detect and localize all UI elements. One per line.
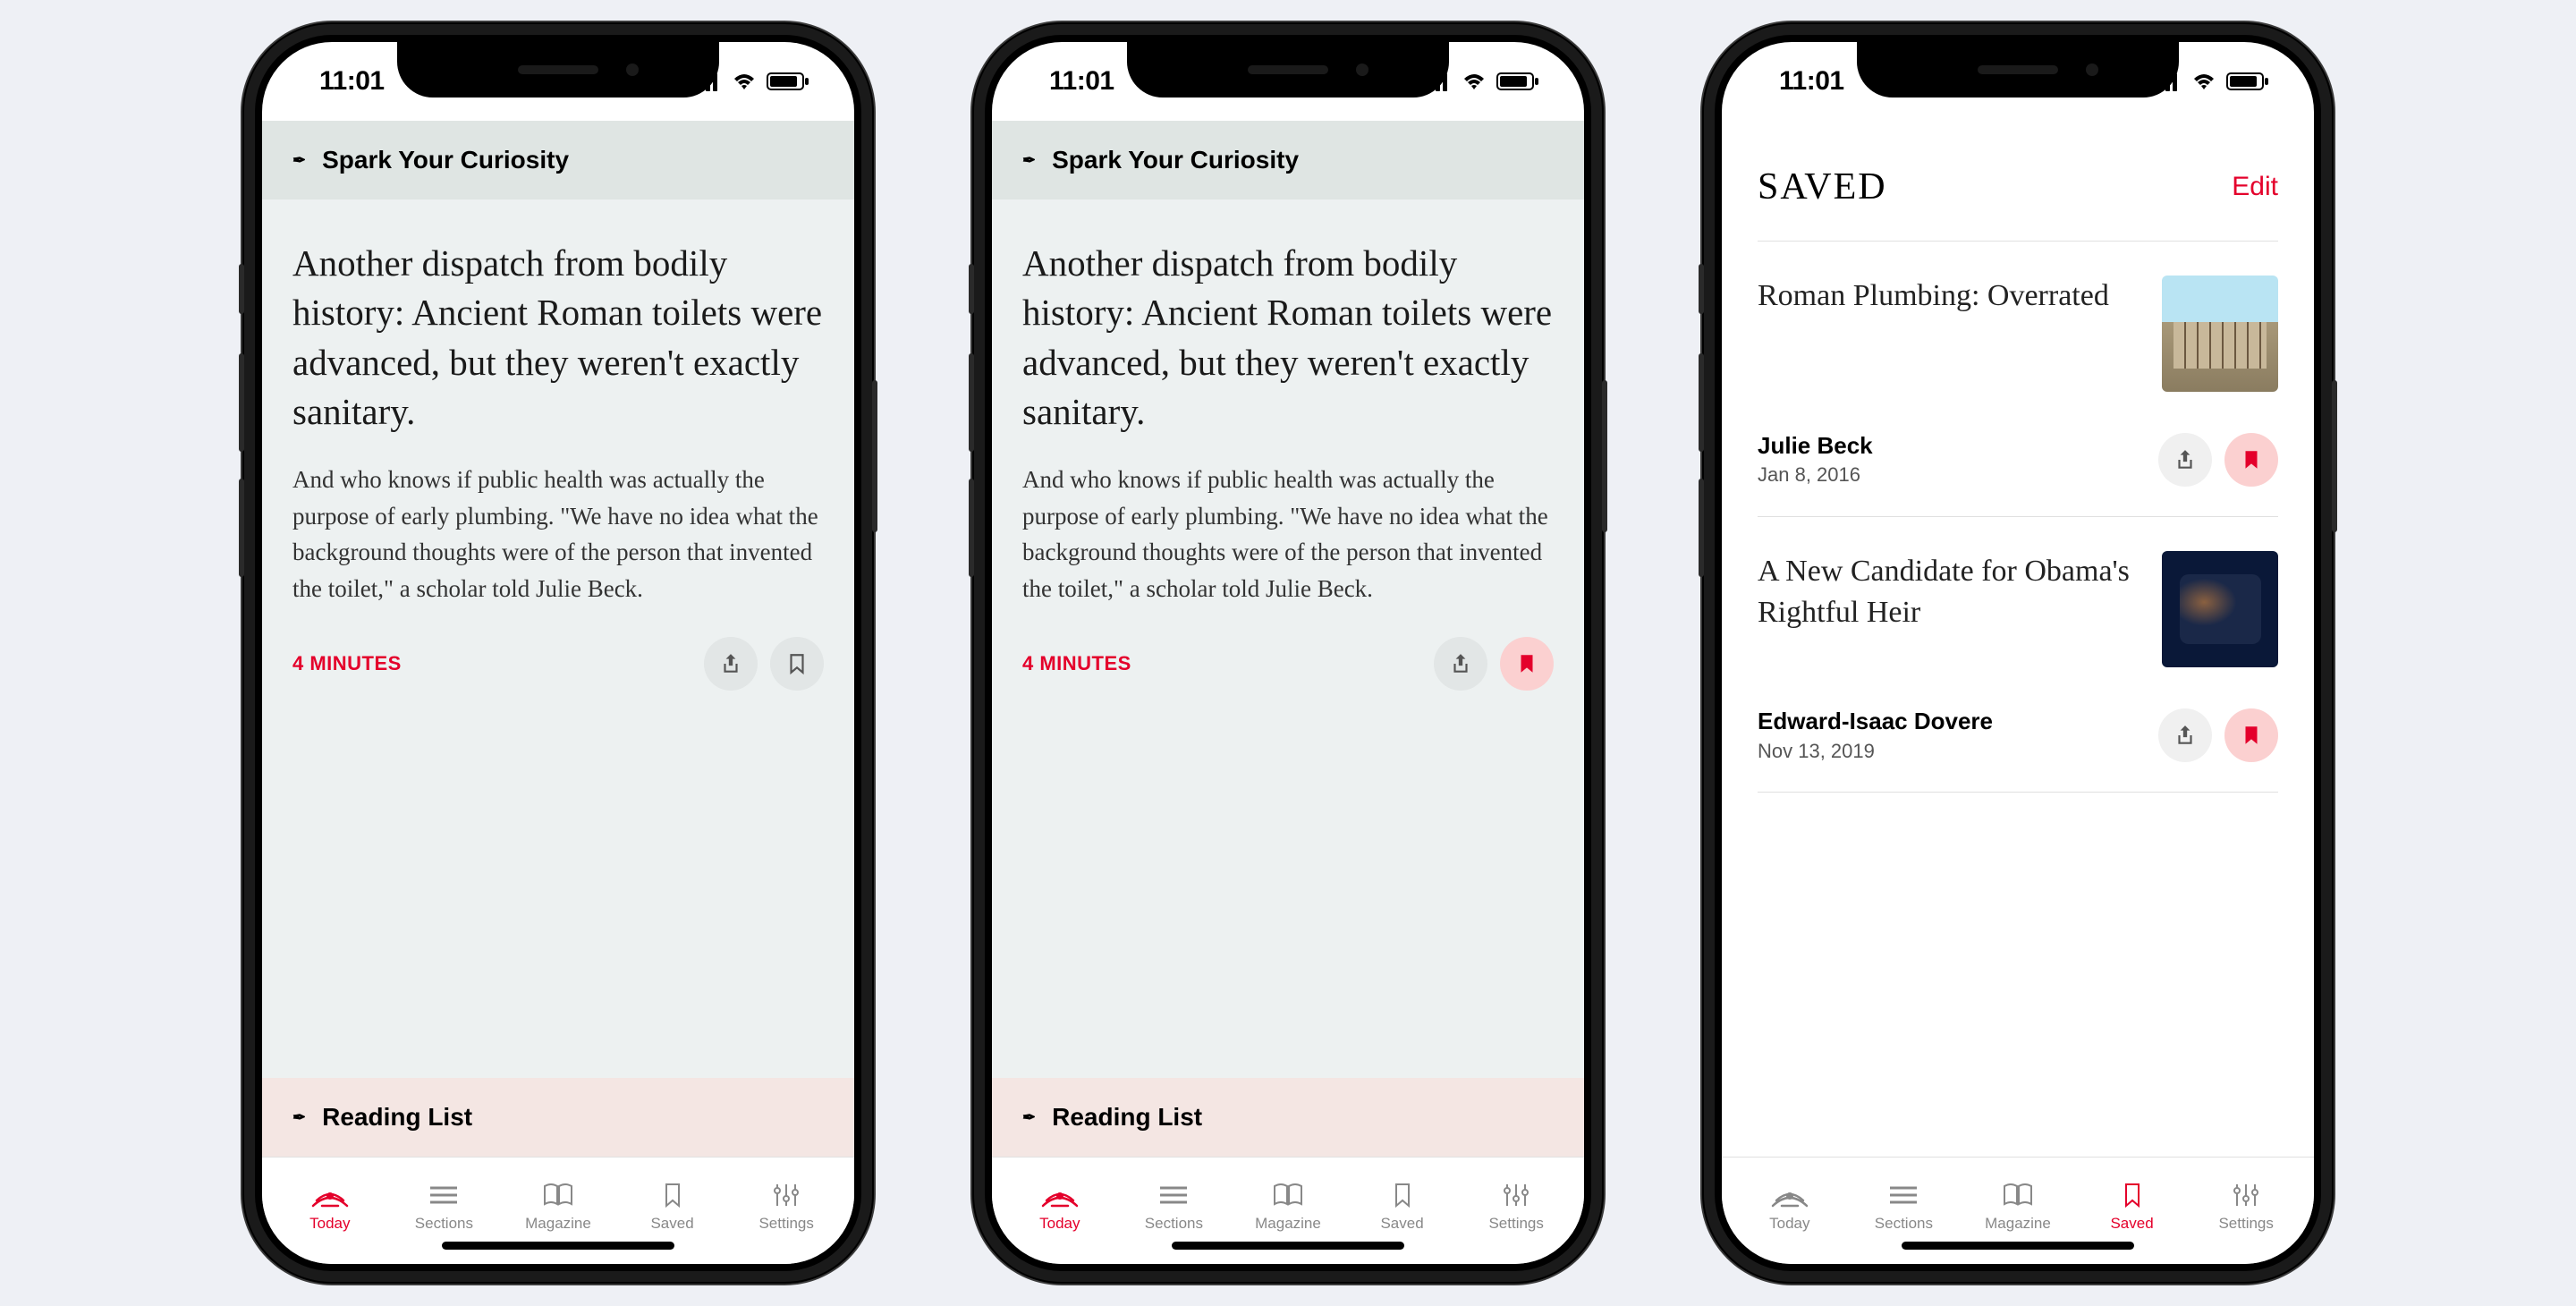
quill-icon: ✒ [292, 1108, 306, 1127]
bookmark-button-active[interactable] [1500, 637, 1554, 691]
article-excerpt: And who knows if public health was actua… [1022, 462, 1554, 606]
sections-icon [1155, 1181, 1192, 1209]
article-thumbnail [2162, 276, 2278, 392]
share-button[interactable] [2158, 433, 2212, 487]
quill-icon: ✒ [1022, 151, 1036, 170]
notch [1127, 42, 1449, 98]
section-label: Spark Your Curiosity [322, 146, 569, 174]
magazine-icon [1999, 1181, 2037, 1209]
today-icon [1771, 1181, 1809, 1209]
section-header-reading-list: ✒ Reading List [992, 1078, 1584, 1157]
read-time: 4 MINUTES [292, 652, 402, 675]
home-indicator[interactable] [1902, 1242, 2134, 1250]
tab-today[interactable]: Today [273, 1181, 387, 1233]
wifi-icon [1461, 72, 1487, 91]
notch [1857, 42, 2179, 98]
share-icon [2174, 448, 2197, 471]
settings-icon [1497, 1181, 1535, 1209]
bookmark-filled-icon [2240, 448, 2263, 471]
share-button[interactable] [1434, 637, 1487, 691]
saved-article-title: A New Candidate for Obama's Rightful Hei… [1758, 551, 2135, 633]
phone-mockup-3: 11:01 SAVED Edit Roman Plumbing: Overrat… [1702, 22, 2334, 1284]
edit-button[interactable]: Edit [2232, 172, 2278, 202]
section-label: Spark Your Curiosity [1052, 146, 1299, 174]
bookmark-filled-icon [2240, 724, 2263, 747]
tab-today[interactable]: Today [1003, 1181, 1117, 1233]
article-date: Jan 8, 2016 [1758, 462, 1873, 489]
quill-icon: ✒ [1022, 1108, 1036, 1127]
settings-icon [2227, 1181, 2265, 1209]
tab-today[interactable]: Today [1733, 1181, 1847, 1233]
phone-mockup-2: 11:01 ✒ Spark Your Curiosity Another dis… [972, 22, 1604, 1284]
share-button[interactable] [2158, 708, 2212, 762]
article-card[interactable]: Another dispatch from bodily history: An… [262, 199, 854, 637]
battery-icon [1496, 72, 1539, 91]
section-header-reading-list: ✒ Reading List [262, 1078, 854, 1157]
saved-article-item[interactable]: Roman Plumbing: Overrated Julie Beck Jan… [1758, 241, 2278, 516]
section-header-curiosity: ✒ Spark Your Curiosity [262, 121, 854, 199]
article-author: Edward-Isaac Dovere [1758, 705, 1993, 737]
sections-icon [425, 1181, 462, 1209]
wifi-icon [731, 72, 758, 91]
tab-sections[interactable]: Sections [1117, 1181, 1232, 1233]
battery-icon [2226, 72, 2269, 91]
home-indicator[interactable] [1172, 1242, 1404, 1250]
tab-sections[interactable]: Sections [1847, 1181, 1962, 1233]
bookmark-icon [654, 1181, 691, 1209]
tab-settings[interactable]: Settings [729, 1181, 843, 1233]
article-headline: Another dispatch from bodily history: An… [292, 239, 824, 437]
section-header-curiosity: ✒ Spark Your Curiosity [992, 121, 1584, 199]
page-title: SAVED [1758, 165, 1887, 208]
tab-sections[interactable]: Sections [387, 1181, 502, 1233]
bookmark-icon [2114, 1181, 2151, 1209]
article-headline: Another dispatch from bodily history: An… [1022, 239, 1554, 437]
article-card[interactable]: Another dispatch from bodily history: An… [992, 199, 1584, 637]
wifi-icon [2190, 72, 2217, 91]
magazine-icon [539, 1181, 577, 1209]
bookmark-button-active[interactable] [2224, 433, 2278, 487]
quill-icon: ✒ [292, 151, 306, 170]
article-thumbnail [2162, 551, 2278, 667]
read-time: 4 MINUTES [1022, 652, 1131, 675]
bookmark-button[interactable] [770, 637, 824, 691]
home-indicator[interactable] [442, 1242, 674, 1250]
section-label: Reading List [322, 1103, 472, 1132]
share-button[interactable] [704, 637, 758, 691]
tab-settings[interactable]: Settings [1459, 1181, 1573, 1233]
saved-article-title: Roman Plumbing: Overrated [1758, 276, 2135, 317]
share-icon [2174, 724, 2197, 747]
today-icon [1041, 1181, 1079, 1209]
share-icon [1449, 652, 1472, 675]
bookmark-icon [1384, 1181, 1421, 1209]
section-label: Reading List [1052, 1103, 1202, 1132]
tab-saved[interactable]: Saved [615, 1181, 730, 1233]
share-icon [719, 652, 742, 675]
bookmark-button-active[interactable] [2224, 708, 2278, 762]
tab-magazine[interactable]: Magazine [1231, 1181, 1345, 1233]
magazine-icon [1269, 1181, 1307, 1209]
article-excerpt: And who knows if public health was actua… [292, 462, 824, 606]
tab-saved[interactable]: Saved [2075, 1181, 2190, 1233]
phone-mockup-1: 11:01 ✒ Spark Your Curiosity Another dis… [242, 22, 874, 1284]
today-icon [311, 1181, 349, 1209]
tab-settings[interactable]: Settings [2189, 1181, 2303, 1233]
battery-icon [767, 72, 809, 91]
tab-magazine[interactable]: Magazine [501, 1181, 615, 1233]
tab-magazine[interactable]: Magazine [1961, 1181, 2075, 1233]
status-time: 11:01 [1049, 66, 1114, 97]
notch [397, 42, 719, 98]
tab-saved[interactable]: Saved [1345, 1181, 1460, 1233]
bookmark-icon [785, 652, 809, 675]
status-time: 11:01 [319, 66, 385, 97]
settings-icon [767, 1181, 805, 1209]
saved-article-item[interactable]: A New Candidate for Obama's Rightful Hei… [1758, 516, 2278, 792]
sections-icon [1885, 1181, 1922, 1209]
article-author: Julie Beck [1758, 429, 1873, 462]
article-date: Nov 13, 2019 [1758, 738, 1993, 766]
status-time: 11:01 [1779, 66, 1844, 97]
bookmark-filled-icon [1515, 652, 1538, 675]
